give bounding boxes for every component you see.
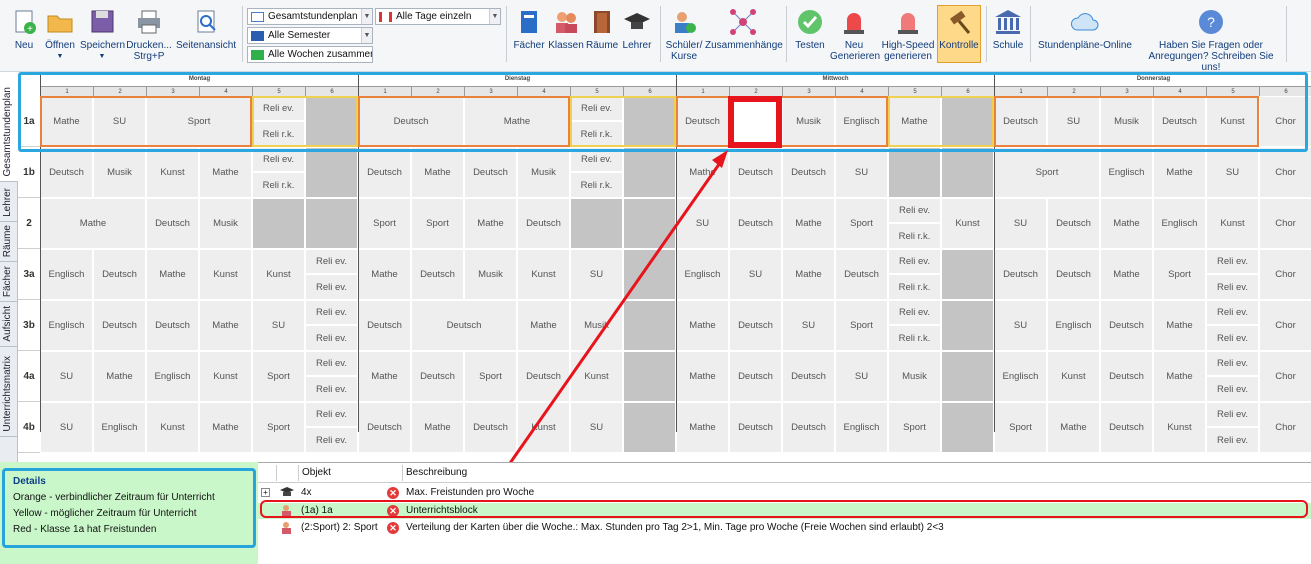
error-row[interactable]: (2:Sport) 2: Sport ✕ Verteilung der Kart… [258, 520, 1311, 536]
col-object-header[interactable]: Objekt [298, 465, 402, 481]
error-object: (2:Sport) 2: Sport [301, 522, 378, 533]
details-title: Details [13, 476, 46, 487]
col-icon-header [276, 465, 298, 481]
details-line: Red - Klasse 1a hat Freistunden [13, 524, 157, 535]
error-row[interactable]: + 4x ✕ Max. Freistunden pro Woche [258, 485, 1311, 501]
error-description: Unterrichtsblock [406, 505, 478, 516]
error-object: (1a) 1a [301, 505, 333, 516]
error-icon: ✕ [387, 522, 399, 534]
error-description: Verteilung der Karten über die Woche.: M… [406, 522, 944, 533]
details-line: Orange - verbindlicher Zeitraum für Unte… [13, 492, 215, 503]
col-desc-header[interactable]: Beschreibung [402, 465, 1302, 481]
details-box: Details Orange - verbindlicher Zeitraum … [2, 468, 256, 548]
col-object-label: Objekt [302, 467, 331, 478]
person-icon [280, 521, 294, 541]
error-description: Max. Freistunden pro Woche [406, 487, 535, 498]
error-row-selected[interactable]: (1a) 1a ✕ Unterrichtsblock [258, 503, 1311, 519]
divider [258, 482, 1311, 483]
details-line: Yellow - möglicher Zeitraum für Unterric… [13, 508, 197, 519]
expand-icon[interactable]: + [261, 488, 270, 497]
col-desc-label: Beschreibung [406, 467, 468, 478]
error-icon: ✕ [387, 505, 399, 517]
error-object: 4x [301, 487, 312, 498]
graduation-cap-icon [280, 486, 294, 504]
error-icon: ✕ [387, 487, 399, 499]
error-list: Objekt Beschreibung + 4x ✕ Max. Freistun… [258, 462, 1311, 564]
